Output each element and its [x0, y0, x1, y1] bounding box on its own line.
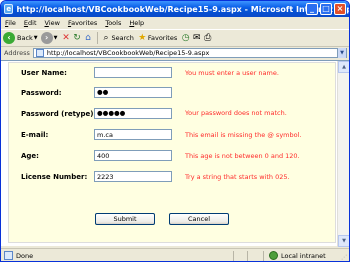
- back-dropdown-icon: ▼: [33, 35, 38, 41]
- menu-file-label: ile: [8, 19, 16, 27]
- menu-tools[interactable]: Tools: [105, 19, 121, 27]
- menu-bar: File Edit View Favorites Tools Help: [1, 17, 349, 30]
- page-done-icon: [4, 251, 13, 260]
- intranet-icon: [269, 251, 278, 260]
- search-icon: ⌕: [103, 32, 109, 43]
- history-icon[interactable]: ◷: [180, 33, 191, 44]
- search-button[interactable]: ⌕ Search: [101, 32, 134, 44]
- menu-view[interactable]: View: [45, 19, 60, 27]
- search-label: Search: [111, 34, 134, 42]
- email-error: This email is missing the @ symbol.: [185, 131, 302, 139]
- print-icon[interactable]: ⎙: [202, 33, 213, 44]
- mail-icon[interactable]: ✉: [191, 33, 202, 44]
- age-input[interactable]: [94, 150, 172, 161]
- password-retype-input[interactable]: ●●●●●: [94, 108, 172, 119]
- window-title: http://localhost/VBCookbookWeb/Recipe15-…: [16, 4, 349, 14]
- password-retype-label: Password (retype):: [21, 110, 97, 118]
- status-divider: [233, 251, 234, 261]
- favorites-button[interactable]: ★ Favorites: [137, 33, 177, 44]
- minimize-button[interactable]: _: [306, 3, 318, 15]
- browser-window: e http://localhost/VBCookbookWeb/Recipe1…: [0, 0, 350, 262]
- email-input[interactable]: [94, 129, 172, 140]
- close-button[interactable]: ×: [334, 3, 346, 15]
- page-icon: [35, 49, 44, 57]
- stop-icon[interactable]: ✕: [61, 33, 72, 44]
- email-label: E-mail:: [21, 131, 49, 139]
- password-input[interactable]: ●●: [94, 87, 172, 98]
- forward-button[interactable]: › ▼: [40, 32, 58, 44]
- menu-favorites-label: avorites: [71, 19, 98, 27]
- security-zone: Local intranet: [269, 251, 326, 260]
- address-dropdown-icon[interactable]: ▼: [337, 48, 346, 58]
- maximize-button[interactable]: □: [320, 3, 332, 15]
- forward-arrow-icon: ›: [40, 32, 53, 44]
- window-controls: _ □ ×: [306, 3, 346, 15]
- scroll-down-icon[interactable]: ▼: [338, 235, 349, 247]
- menu-edit-label: dit: [28, 19, 37, 27]
- back-arrow-icon: ‹: [3, 32, 15, 44]
- username-label: User Name:: [21, 69, 67, 77]
- status-divider: [263, 251, 264, 261]
- license-number-label: License Number:: [21, 173, 88, 181]
- menu-view-label: iew: [48, 19, 60, 27]
- scroll-up-icon[interactable]: ▲: [338, 61, 349, 73]
- address-label: Address: [4, 49, 30, 57]
- vertical-scrollbar[interactable]: ▲ ▼: [337, 61, 349, 247]
- username-error: You must enter a user name.: [185, 69, 279, 77]
- license-number-error: Try a string that starts with 025.: [185, 173, 290, 181]
- back-label: Back: [17, 34, 33, 42]
- status-bar: Done Local intranet ⋰: [1, 248, 349, 261]
- refresh-icon[interactable]: ↻: [72, 33, 83, 44]
- title-bar: e http://localhost/VBCookbookWeb/Recipe1…: [1, 1, 349, 17]
- menu-help[interactable]: Help: [129, 19, 144, 27]
- status-divider: [247, 251, 248, 261]
- address-url: http://localhost/VBCookbookWeb/Recipe15-…: [46, 49, 210, 57]
- menu-favorites[interactable]: Favorites: [68, 19, 97, 27]
- address-bar: Address http://localhost/VBCookbookWeb/R…: [1, 47, 349, 59]
- password-label: Password:: [21, 89, 62, 97]
- forward-dropdown-icon: ▼: [53, 35, 58, 41]
- zone-label: Local intranet: [281, 251, 326, 260]
- license-number-input[interactable]: [94, 171, 172, 182]
- favorites-label: Favorites: [147, 34, 178, 42]
- submit-button[interactable]: Submit: [95, 213, 155, 225]
- resize-grip-icon[interactable]: ⋰: [341, 254, 347, 261]
- age-label: Age:: [21, 152, 39, 160]
- age-error: This age is not between 0 and 120.: [185, 152, 300, 160]
- cancel-button[interactable]: Cancel: [169, 213, 229, 225]
- home-icon[interactable]: ⌂: [83, 33, 94, 44]
- menu-help-label: elp: [134, 19, 145, 27]
- toolbar: ‹ Back ▼ › ▼ ✕ ↻ ⌂ ⌕ Search ★ Favorites …: [1, 30, 349, 47]
- menu-edit[interactable]: Edit: [24, 19, 37, 27]
- star-icon: ★: [138, 32, 147, 43]
- toolbar-divider: [96, 32, 98, 44]
- back-button[interactable]: ‹ Back ▼: [3, 32, 38, 44]
- menu-file[interactable]: File: [5, 19, 16, 27]
- status-text: Done: [16, 251, 34, 260]
- password-retype-error: Your password does not match.: [185, 109, 287, 117]
- username-input[interactable]: [94, 67, 172, 78]
- menu-tools-label: ools: [108, 19, 122, 27]
- address-input[interactable]: http://localhost/VBCookbookWeb/Recipe15-…: [32, 48, 347, 58]
- ie-logo-icon: e: [4, 4, 14, 14]
- page-content: User Name: You must enter a user name. P…: [1, 60, 349, 247]
- registration-form: User Name: You must enter a user name. P…: [8, 62, 336, 243]
